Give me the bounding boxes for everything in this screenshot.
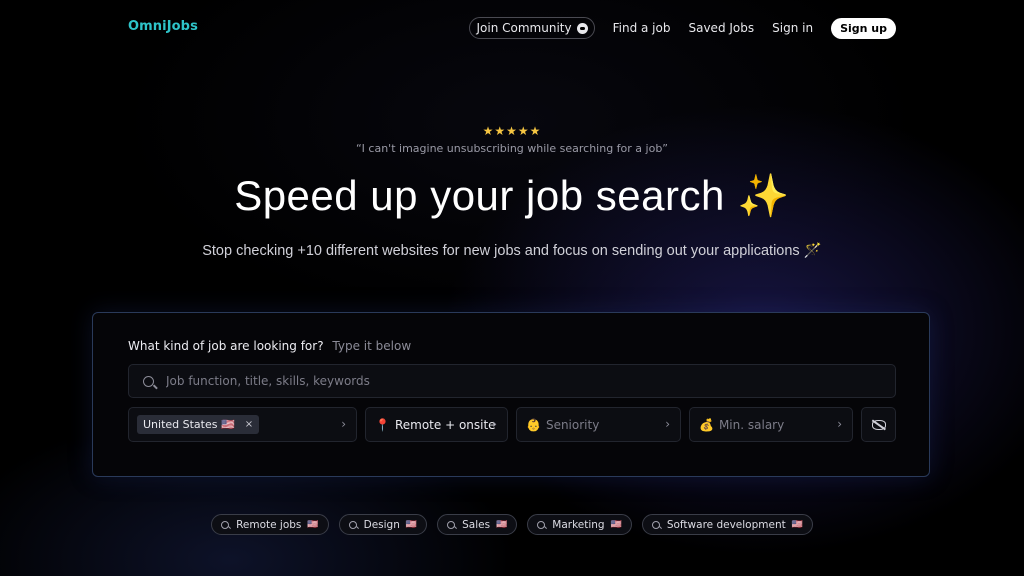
search-icon <box>221 520 230 529</box>
background-glow <box>0 0 1024 576</box>
find-job-link[interactable]: Find a job <box>613 21 671 35</box>
search-hint: Type it below <box>332 339 412 353</box>
sign-in-link[interactable]: Sign in <box>772 21 813 35</box>
nav-links: Join Community Find a job Saved Jobs Sig… <box>468 17 896 39</box>
sparkles-icon: ✨ <box>737 172 790 219</box>
search-input[interactable] <box>164 373 868 389</box>
us-flag-icon: 🇺🇸 <box>496 519 508 530</box>
search-card: What kind of job are looking for? Type i… <box>92 312 930 477</box>
us-flag-icon: 🇺🇸 <box>791 519 803 530</box>
country-chip[interactable]: United States 🇺🇸 × <box>137 415 260 434</box>
search-icon <box>537 520 546 529</box>
saved-jobs-link[interactable]: Saved Jobs <box>688 21 754 35</box>
suggestion-label: Sales <box>462 518 491 531</box>
search-icon <box>348 520 357 529</box>
us-flag-icon: 🇺🇸 <box>610 519 622 530</box>
suggestion-design[interactable]: Design 🇺🇸 <box>338 514 428 535</box>
money-bag-icon: 💰 <box>699 417 714 432</box>
search-label: What kind of job are looking for? Type i… <box>128 339 411 353</box>
suggestion-label: Marketing <box>552 518 605 531</box>
suggestion-remote-jobs[interactable]: Remote jobs 🇺🇸 <box>211 514 329 535</box>
country-filter[interactable]: United States 🇺🇸 × › <box>128 407 357 442</box>
suggested-searches: Remote jobs 🇺🇸 Design 🇺🇸 Sales 🇺🇸 Market… <box>0 514 1024 535</box>
close-icon[interactable]: × <box>245 419 253 430</box>
page-subtitle: Stop checking +10 different websites for… <box>202 243 822 259</box>
baby-icon: 👶 <box>526 417 541 432</box>
logo[interactable]: OmniJobs <box>128 19 198 34</box>
suggestion-label: Remote jobs <box>236 518 302 531</box>
rating-stars: ★★★★★ <box>482 124 542 138</box>
page-title: Speed up your job search ✨ <box>0 172 1024 221</box>
testimonial-quote: “I can't imagine unsubscribing while sea… <box>355 142 668 155</box>
join-community-label: Join Community <box>476 21 572 35</box>
suggestion-marketing[interactable]: Marketing 🇺🇸 <box>527 514 632 535</box>
join-community-button[interactable]: Join Community <box>468 17 595 39</box>
search-question: What kind of job are looking for? <box>128 339 324 353</box>
search-icon <box>447 520 456 529</box>
salary-placeholder: Min. salary <box>718 417 785 432</box>
search-icon <box>143 375 154 387</box>
us-flag-icon: 🇺🇸 <box>405 519 418 530</box>
reddit-icon <box>576 22 588 34</box>
suggestion-sales[interactable]: Sales 🇺🇸 <box>437 514 518 535</box>
location-type-value: Remote + onsite <box>394 417 496 432</box>
country-chip-label: United States 🇺🇸 <box>143 418 235 431</box>
chevron-right-icon: › <box>341 417 346 431</box>
chevron-right-icon: › <box>837 417 842 431</box>
seniority-filter[interactable]: 👶 Seniority › <box>516 407 681 442</box>
eye-off-icon <box>871 419 886 430</box>
salary-filter[interactable]: 💰 Min. salary › <box>689 407 853 442</box>
pin-icon: 📍 <box>375 417 390 432</box>
suggestion-label: Design <box>363 518 400 531</box>
hide-seen-toggle[interactable] <box>861 407 896 442</box>
suggestion-software-development[interactable]: Software development 🇺🇸 <box>641 514 813 535</box>
headline-text: Speed up your job search <box>234 172 725 219</box>
sign-up-button[interactable]: Sign up <box>831 17 896 39</box>
top-navigation: OmniJobs Join Community Find a job Saved… <box>0 0 1024 56</box>
search-box[interactable] <box>128 364 896 398</box>
search-icon <box>651 520 660 529</box>
chevron-right-icon: › <box>492 417 497 431</box>
suggestion-label: Software development <box>666 518 786 531</box>
us-flag-icon: 🇺🇸 <box>307 519 319 530</box>
seniority-placeholder: Seniority <box>545 417 600 432</box>
location-type-filter[interactable]: 📍 Remote + onsite › <box>365 407 508 442</box>
chevron-right-icon: › <box>665 417 670 431</box>
